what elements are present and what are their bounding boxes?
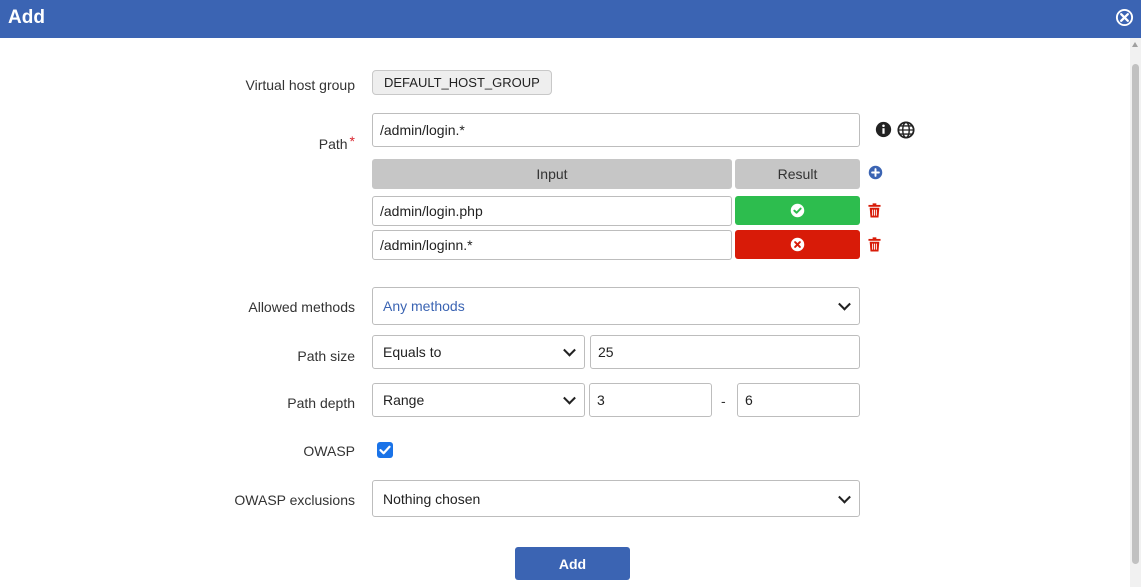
- input-column-header: Input: [372, 159, 732, 189]
- path-input[interactable]: /admin/login.*: [372, 113, 860, 147]
- path-depth-min-input[interactable]: 3: [589, 383, 712, 417]
- scrollbar-thumb[interactable]: [1132, 64, 1139, 564]
- path-depth-label: Path depth: [287, 395, 355, 411]
- close-icon[interactable]: [1115, 8, 1134, 27]
- owasp-exclusions-value: Nothing chosen: [383, 490, 481, 507]
- owasp-exclusions-label: OWASP exclusions: [234, 492, 355, 508]
- dialog-title: Add: [8, 7, 45, 28]
- allowed-methods-label: Allowed methods: [248, 299, 355, 315]
- path-size-operator-value: Equals to: [383, 344, 442, 360]
- add-button[interactable]: Add: [515, 547, 630, 580]
- virtual-host-group-tag: DEFAULT_HOST_GROUP: [372, 70, 552, 95]
- owasp-exclusions-select[interactable]: Nothing chosen: [372, 480, 860, 517]
- add-row-icon[interactable]: [868, 165, 883, 180]
- check-circle-icon: [790, 203, 805, 218]
- required-marker: *: [349, 133, 355, 149]
- path-size-operator-select[interactable]: Equals to: [372, 335, 585, 369]
- allowed-methods-value: Any methods: [383, 298, 465, 314]
- globe-icon[interactable]: [897, 121, 915, 139]
- allowed-methods-select[interactable]: Any methods: [372, 287, 860, 325]
- path-depth-max-input[interactable]: 6: [737, 383, 860, 417]
- trash-icon[interactable]: [868, 203, 881, 218]
- scrollbar[interactable]: [1130, 38, 1141, 587]
- chevron-down-icon: [838, 297, 851, 311]
- checkmark-icon: [379, 445, 391, 455]
- chevron-down-icon: [563, 343, 576, 357]
- virtual-host-group-label: Virtual host group: [245, 77, 355, 93]
- info-icon[interactable]: [875, 121, 892, 138]
- chevron-down-icon: [838, 490, 851, 504]
- result-column-header: Result: [735, 159, 860, 189]
- test-input-row-2[interactable]: /admin/loginn.*: [372, 230, 732, 260]
- path-size-label: Path size: [297, 348, 355, 364]
- test-result-no-match: [735, 230, 860, 259]
- owasp-label: OWASP: [303, 443, 355, 459]
- path-label: Path *: [155, 133, 355, 152]
- path-depth-operator-value: Range: [383, 392, 425, 408]
- test-result-match: [735, 196, 860, 225]
- chevron-down-icon: [563, 391, 576, 405]
- path-size-input[interactable]: 25: [590, 335, 860, 369]
- trash-icon[interactable]: [868, 237, 881, 252]
- x-circle-icon: [790, 237, 805, 252]
- scroll-up-icon[interactable]: [1132, 42, 1138, 47]
- dialog-titlebar: Add: [0, 0, 1141, 38]
- path-label-text: Path: [318, 136, 348, 152]
- owasp-checkbox[interactable]: [377, 442, 393, 458]
- range-separator: -: [721, 393, 726, 409]
- path-depth-operator-select[interactable]: Range: [372, 383, 585, 417]
- test-input-row-1[interactable]: /admin/login.php: [372, 196, 732, 226]
